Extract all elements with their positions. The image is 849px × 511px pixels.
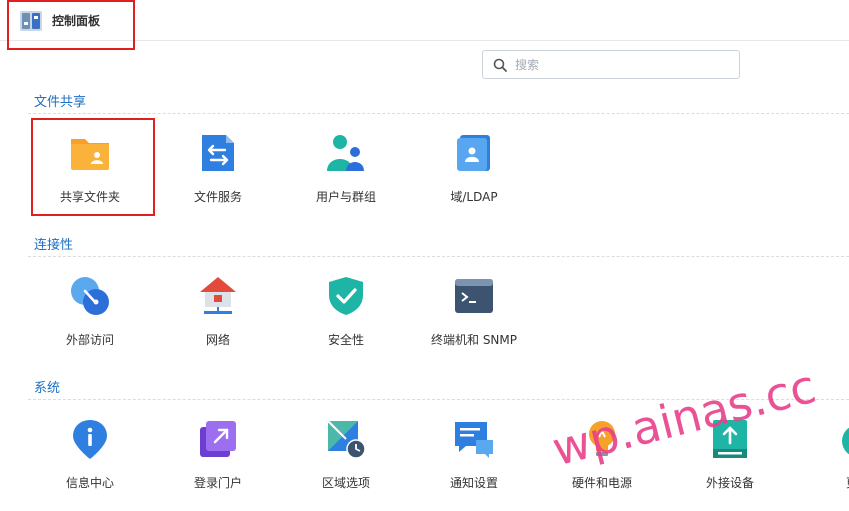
item-update[interactable]: 更新 bbox=[798, 419, 849, 511]
login-portal-icon bbox=[200, 421, 236, 457]
info-center-icon bbox=[73, 420, 107, 459]
regional-options-icon bbox=[327, 420, 366, 459]
search-icon bbox=[493, 58, 507, 72]
item-label: 域/LDAP bbox=[450, 190, 498, 204]
file-services-icon bbox=[202, 135, 234, 171]
item-label: 区域选项 bbox=[321, 476, 370, 490]
users-groups-icon bbox=[327, 135, 364, 171]
item-external-access[interactable]: 外部访问 bbox=[30, 276, 150, 368]
item-label: 安全性 bbox=[327, 333, 364, 347]
item-regional-options[interactable]: 区域选项 bbox=[286, 419, 406, 511]
item-file-services[interactable]: 文件服务 bbox=[158, 133, 278, 225]
item-domain-ldap[interactable]: 域/LDAP bbox=[414, 133, 534, 225]
notification-icon bbox=[455, 422, 493, 458]
network-icon bbox=[200, 277, 236, 314]
external-access-icon bbox=[71, 277, 109, 315]
item-label: 终端机和 SNMP bbox=[431, 333, 517, 347]
item-label: 网络 bbox=[205, 333, 230, 347]
item-label: 登录门户 bbox=[193, 476, 242, 490]
terminal-icon bbox=[455, 279, 493, 313]
item-label: 外部访问 bbox=[65, 333, 114, 347]
item-label: 通知设置 bbox=[449, 476, 498, 490]
section-title-file-sharing: 文件共享 bbox=[34, 95, 87, 110]
item-label: 更新 bbox=[798, 474, 849, 491]
section-title-system: 系统 bbox=[34, 381, 61, 396]
item-login-portal[interactable]: 登录门户 bbox=[158, 419, 278, 511]
search-box[interactable] bbox=[482, 50, 740, 79]
item-terminal-snmp[interactable]: 终端机和 SNMP bbox=[414, 276, 534, 368]
item-label: 文件服务 bbox=[193, 190, 242, 204]
item-label: 硬件和电源 bbox=[571, 476, 632, 490]
section-divider bbox=[28, 113, 849, 114]
title-highlight-box bbox=[7, 0, 135, 50]
shared-folder-highlight-box bbox=[31, 118, 155, 216]
item-users-groups[interactable]: 用户与群组 bbox=[286, 133, 406, 225]
domain-ldap-icon bbox=[457, 135, 490, 171]
shield-icon bbox=[329, 277, 363, 315]
item-label: 外接设备 bbox=[705, 476, 754, 490]
item-label: 用户与群组 bbox=[315, 190, 376, 204]
item-network[interactable]: 网络 bbox=[158, 276, 278, 368]
item-security[interactable]: 安全性 bbox=[286, 276, 406, 368]
update-icon bbox=[842, 427, 849, 455]
section-title-connectivity: 连接性 bbox=[34, 238, 74, 253]
section-divider bbox=[28, 256, 849, 257]
item-label: 信息中心 bbox=[65, 476, 114, 490]
search-input[interactable] bbox=[515, 55, 725, 74]
item-info-center[interactable]: 信息中心 bbox=[30, 419, 150, 511]
item-notification[interactable]: 通知设置 bbox=[414, 419, 534, 511]
